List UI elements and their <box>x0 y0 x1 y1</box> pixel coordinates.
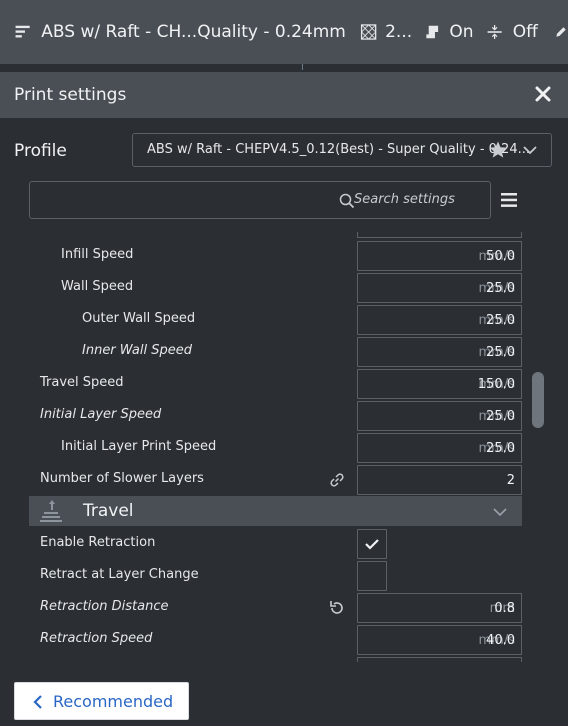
search-settings-box[interactable] <box>29 181 491 219</box>
chevron-down-icon[interactable] <box>492 504 508 520</box>
retract-layer-change-checkbox[interactable] <box>357 561 387 591</box>
chevron-down-icon[interactable] <box>522 142 538 158</box>
setting-initial-layer-print-speed: Initial Layer Print Speed mm/s 25.0 <box>29 432 522 464</box>
profile-summary: ABS w/ Raft - CH...Quality - 0.24mm <box>41 22 346 42</box>
pencil-icon[interactable] <box>554 23 568 41</box>
value: 25.0 <box>486 409 515 424</box>
adhesion-icon <box>487 24 502 40</box>
slower-layers-field[interactable]: 2 <box>357 465 522 495</box>
value: 0.8 <box>494 601 515 616</box>
value: 25.0 <box>486 345 515 360</box>
setting-inner-wall-speed: Inner Wall Speed mm/s 25.0 <box>29 336 522 368</box>
setting-enable-retraction: Enable Retraction <box>29 528 522 560</box>
support-value: On <box>449 22 474 42</box>
panel-title: Print settings <box>14 85 127 105</box>
setting-outer-wall-speed: Outer Wall Speed mm/s 25.0 <box>29 304 522 336</box>
setting-label: Inner Wall Speed <box>82 343 193 358</box>
retraction-speed-field[interactable]: mm/s 40.0 <box>357 625 522 655</box>
setting-label: Infill Speed <box>61 247 134 262</box>
profile-icon <box>15 25 30 38</box>
search-input[interactable] <box>354 192 484 207</box>
profile-dropdown[interactable]: ABS w/ Raft - CHEPV4.5_0.12(Best) - Supe… <box>132 133 552 167</box>
close-icon[interactable] <box>532 83 554 105</box>
adhesion-value: Off <box>512 22 538 42</box>
setting-retract-layer-change: Retract at Layer Change <box>29 560 522 592</box>
recommended-button[interactable]: Recommended <box>14 682 189 720</box>
category-travel[interactable]: Travel <box>29 496 522 526</box>
value: 40.0 <box>486 633 515 648</box>
travel-icon <box>40 500 62 522</box>
setting-retraction-speed: Retraction Speed mm/s 40.0 <box>29 624 522 656</box>
setting-label: Enable Retraction <box>40 535 156 550</box>
print-setup-bar[interactable]: ABS w/ Raft - CH...Quality - 0.24mm 2...… <box>0 0 568 64</box>
setting-label: Outer Wall Speed <box>82 311 196 326</box>
outer-wall-speed-field[interactable]: mm/s 25.0 <box>357 305 522 335</box>
profile-row: Profile ABS w/ Raft - CHEPV4.5_0.12(Best… <box>0 132 568 172</box>
travel-speed-field[interactable]: mm/s 150.0 <box>357 369 522 399</box>
menu-icon[interactable] <box>500 191 518 209</box>
setting-number-slower-layers: Number of Slower Layers 2 <box>29 464 522 496</box>
topbar-gap <box>0 64 568 72</box>
setting-initial-layer-speed: Initial Layer Speed mm/s 25.0 <box>29 400 522 432</box>
value: 25.0 <box>486 441 515 456</box>
setting-travel-speed: Travel Speed mm/s 150.0 <box>29 368 522 400</box>
setting-label: Wall Speed <box>61 279 134 294</box>
enable-retraction-checkbox[interactable] <box>357 529 387 559</box>
wall-speed-field[interactable]: mm/s 25.0 <box>357 273 522 303</box>
retraction-distance-field[interactable]: mm 0.8 <box>357 593 522 623</box>
setting-label: Retract at Layer Change <box>40 567 199 582</box>
category-travel-title: Travel <box>83 501 134 521</box>
partial-field[interactable] <box>357 232 522 238</box>
search-icon <box>339 193 355 209</box>
support-icon <box>426 25 439 39</box>
initial-layer-speed-field[interactable]: mm/s 25.0 <box>357 401 522 431</box>
star-icon[interactable] <box>488 140 508 160</box>
value: 50.0 <box>486 249 515 264</box>
stage-tick <box>302 64 303 70</box>
chevron-left-icon <box>33 695 42 709</box>
panel-header: Print settings <box>0 72 568 118</box>
checkmark-icon <box>365 539 379 550</box>
reset-icon[interactable] <box>328 599 346 617</box>
setting-label: Initial Layer Print Speed <box>61 439 217 454</box>
setting-wall-speed: Wall Speed mm/s 25.0 <box>29 272 522 304</box>
infill-speed-field[interactable]: mm/s 50.0 <box>357 241 522 271</box>
setting-label: Retraction Speed <box>40 631 153 646</box>
profile-dropdown-value: ABS w/ Raft - CHEPV4.5_0.12(Best) - Supe… <box>147 142 530 157</box>
value: 150.0 <box>477 377 515 392</box>
setting-label: Retraction Distance <box>40 599 169 614</box>
setting-label: Number of Slower Layers <box>40 471 204 486</box>
recommended-label: Recommended <box>53 692 174 711</box>
value: 2 <box>506 473 515 488</box>
value: 25.0 <box>486 313 515 328</box>
value: 25.0 <box>486 281 515 296</box>
infill-value: 2... <box>385 22 413 42</box>
link-icon[interactable] <box>328 471 346 489</box>
initial-layer-print-speed-field[interactable]: mm/s 25.0 <box>357 433 522 463</box>
setting-retraction-distance: Retraction Distance mm 0.8 <box>29 592 522 624</box>
setting-label: Initial Layer Speed <box>40 407 162 422</box>
bottom-bar: Recommended <box>0 662 568 726</box>
setting-label: Travel Speed <box>40 375 124 390</box>
setting-infill-speed: Infill Speed mm/s 50.0 <box>29 240 522 272</box>
infill-icon <box>360 24 377 40</box>
profile-label: Profile <box>14 141 67 161</box>
settings-list[interactable]: Infill Speed mm/s 50.0 Wall Speed mm/s 2… <box>29 232 529 664</box>
settings-scrollbar[interactable] <box>532 372 544 428</box>
inner-wall-speed-field[interactable]: mm/s 25.0 <box>357 337 522 367</box>
